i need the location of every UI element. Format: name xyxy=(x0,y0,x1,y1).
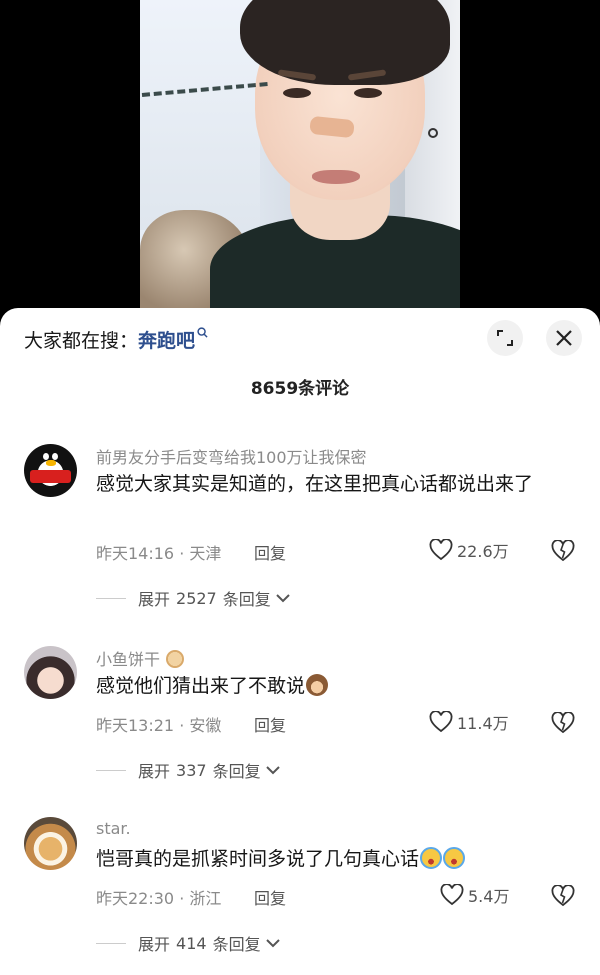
like-button[interactable]: 5.4万 xyxy=(440,883,509,907)
expand-suffix: 条回复 xyxy=(212,762,261,781)
dislike-button[interactable] xyxy=(551,884,575,911)
expand-replies-button[interactable]: 展开 337 条回复 xyxy=(96,758,281,782)
comment-meta: 昨天14:16 · 天津 xyxy=(96,544,222,563)
comment-meta: 昨天13:21 · 安徽 xyxy=(96,716,222,735)
reply-count: 414 xyxy=(176,933,207,953)
crying-laugh-emoji-icon xyxy=(420,847,443,869)
cookie-emoji-icon xyxy=(166,650,185,668)
crying-laugh-emoji-icon xyxy=(443,847,466,869)
search-keyword[interactable]: 奔跑吧 xyxy=(138,326,195,353)
author-name: 小鱼饼干 xyxy=(96,650,161,669)
like-button[interactable]: 11.4万 xyxy=(429,710,509,734)
reply-button[interactable]: 回复 xyxy=(254,712,286,736)
search-suggestion[interactable]: 大家都在搜： 奔跑吧 xyxy=(24,326,208,353)
broken-heart-icon xyxy=(551,884,575,907)
like-count: 22.6万 xyxy=(457,542,509,561)
comment-text: 感觉他们猜出来了不敢说 xyxy=(96,672,576,700)
comment-text-body: 恺哥真的是抓紧时间多说了几句真心话 xyxy=(96,848,420,870)
avatar[interactable] xyxy=(24,444,77,497)
heart-icon xyxy=(429,539,453,561)
comment-text: 感觉大家其实是知道的，在这里把真心话都说出来了 xyxy=(96,473,534,495)
expand-replies-button[interactable]: 展开 414 条回复 xyxy=(96,931,281,955)
mouth xyxy=(312,170,360,184)
divider-dash xyxy=(96,597,126,599)
like-count: 5.4万 xyxy=(468,887,510,906)
heart-icon xyxy=(429,711,453,733)
left-eye xyxy=(283,88,311,98)
avatar[interactable] xyxy=(24,817,77,870)
chevron-down-icon xyxy=(265,766,280,775)
expand-prefix: 展开 xyxy=(138,590,171,609)
divider-dash xyxy=(96,769,126,771)
divider-dash xyxy=(96,942,126,944)
comment-text-body: 感觉他们猜出来了不敢说 xyxy=(96,675,306,697)
expand-replies-button[interactable]: 展开 2527 条回复 xyxy=(96,586,291,610)
search-icon xyxy=(197,326,208,341)
monkey-emoji-icon xyxy=(306,674,329,696)
fullscreen-button[interactable] xyxy=(487,320,523,356)
comment-author[interactable]: 前男友分手后变弯给我100万让我保密 xyxy=(96,444,367,468)
search-prefix: 大家都在搜： xyxy=(24,330,139,352)
close-icon xyxy=(556,330,572,346)
video-frame xyxy=(140,0,460,310)
broken-heart-icon xyxy=(551,539,575,562)
dislike-button[interactable] xyxy=(551,539,575,566)
comment-meta: 昨天22:30 · 浙江 xyxy=(96,889,222,908)
right-eye xyxy=(354,88,382,98)
expand-suffix: 条回复 xyxy=(222,590,271,609)
reply-button[interactable]: 回复 xyxy=(254,540,286,564)
comment-sheet: 大家都在搜： 奔跑吧 8659条评论 前男友分手后变弯给我100万让我保密 感觉… xyxy=(0,308,600,975)
earring xyxy=(428,128,438,138)
expand-suffix: 条回复 xyxy=(212,935,261,954)
comment-text: 恺哥真的是抓紧时间多说了几句真心话 xyxy=(96,845,576,873)
reply-button[interactable]: 回复 xyxy=(254,885,286,909)
video-player[interactable] xyxy=(0,0,600,330)
reply-count: 2527 xyxy=(176,588,217,608)
comment-author[interactable]: 小鱼饼干 xyxy=(96,646,185,670)
chevron-down-icon xyxy=(265,939,280,948)
reply-count: 337 xyxy=(176,760,207,780)
dislike-button[interactable] xyxy=(551,711,575,738)
sheet-header: 大家都在搜： 奔跑吧 xyxy=(0,308,600,368)
comment-count: 8659条评论 xyxy=(250,379,350,399)
avatar[interactable] xyxy=(24,646,77,699)
hair xyxy=(240,0,450,85)
heart-icon xyxy=(440,884,464,906)
like-count: 11.4万 xyxy=(457,714,509,733)
comment-author[interactable]: star. xyxy=(96,819,131,838)
like-button[interactable]: 22.6万 xyxy=(429,538,509,562)
close-button[interactable] xyxy=(546,320,582,356)
expand-prefix: 展开 xyxy=(138,935,171,954)
broken-heart-icon xyxy=(551,711,575,734)
expand-prefix: 展开 xyxy=(138,762,171,781)
expand-icon xyxy=(497,330,513,346)
chevron-down-icon xyxy=(276,594,290,603)
